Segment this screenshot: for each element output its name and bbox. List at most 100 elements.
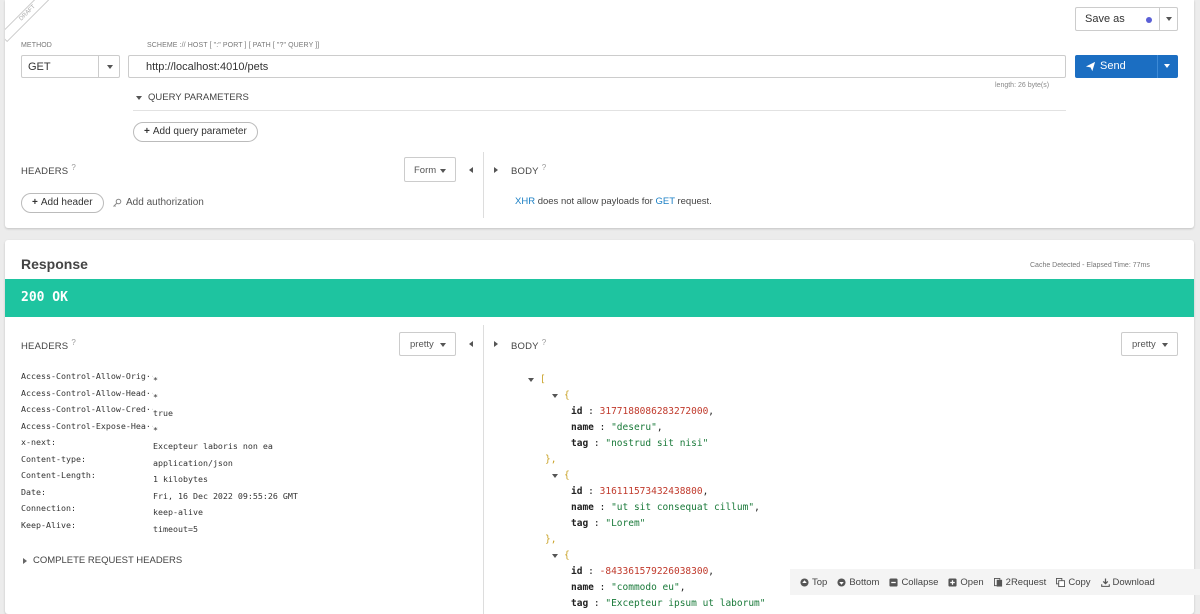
headers-format-value: pretty	[410, 339, 434, 350]
json-line: id : -843361579226038300,	[571, 564, 714, 580]
expand-right-icon[interactable]	[494, 341, 498, 347]
chevron-down-icon	[440, 169, 446, 173]
json-bracket: {	[564, 390, 570, 401]
header-key: Content-type:	[21, 453, 86, 464]
draft-label: DRAFT	[5, 0, 49, 43]
query-parameters-toggle[interactable]: QUERY PARAMETERS	[136, 92, 249, 103]
copy-button[interactable]: Copy	[1056, 576, 1091, 588]
json-bracket: {	[564, 470, 570, 481]
response-header-row: Date: Fri, 16 Dec 2022 09:55:26 GMT	[21, 485, 298, 501]
copy-label: Copy	[1068, 576, 1091, 588]
unsaved-dot-icon	[1146, 17, 1152, 23]
chevron-down-icon[interactable]	[1164, 64, 1170, 68]
chevron-down-icon[interactable]	[552, 393, 558, 398]
chevron-down-icon	[440, 343, 446, 347]
body-format-select[interactable]: pretty	[1121, 332, 1178, 356]
form-label: Form	[414, 165, 437, 176]
json-value: 3177188086283272000	[599, 406, 709, 417]
header-key: Access-Control-Expose-Hea···	[21, 420, 153, 431]
json-value: -843361579226038300	[599, 566, 709, 577]
json-bracket: },	[545, 454, 557, 465]
complete-headers-label: COMPLETE REQUEST HEADERS	[33, 555, 183, 566]
url-input[interactable]: http://localhost:4010/pets	[128, 55, 1066, 78]
json-toolbar: Top Bottom Collapse Open 2Request Copy D…	[790, 569, 1200, 595]
json-bracket: [	[540, 374, 546, 385]
headers-form-select[interactable]: Form	[404, 157, 456, 182]
json-line: tag : "nostrud sit nisi"	[571, 436, 708, 452]
json-line: name : "ut sit consequat cillum",	[571, 500, 760, 516]
help-icon[interactable]: ?	[71, 163, 76, 172]
bottom-button[interactable]: Bottom	[837, 577, 879, 588]
chevron-down-icon[interactable]	[552, 473, 558, 478]
collapse-left-icon[interactable]	[469, 167, 473, 173]
save-as-button[interactable]: Save as	[1075, 7, 1178, 31]
json-comma: ,	[656, 422, 663, 433]
add-authorization-button[interactable]: Add authorization	[112, 197, 204, 208]
collapse-left-icon[interactable]	[469, 341, 473, 347]
to-request-button[interactable]: 2Request	[993, 576, 1047, 588]
response-body-title: BODY?	[511, 338, 546, 352]
add-query-parameter-button[interactable]: + Add query parameter	[133, 122, 258, 142]
complete-request-headers-toggle[interactable]: COMPLETE REQUEST HEADERS	[23, 555, 182, 566]
method-select[interactable]: GET	[21, 55, 120, 78]
send-button[interactable]: Send	[1075, 55, 1178, 78]
json-key: id	[571, 406, 583, 417]
chevron-down-icon	[136, 95, 142, 100]
json-colon: :	[588, 518, 606, 529]
get-link[interactable]: GET	[655, 196, 674, 207]
json-key: tag	[571, 518, 589, 529]
help-icon[interactable]: ?	[71, 338, 76, 347]
chevron-right-icon	[23, 557, 27, 564]
chevron-down-icon[interactable]	[1166, 17, 1172, 21]
response-body-label: BODY	[511, 341, 539, 353]
download-icon	[1100, 577, 1110, 587]
request-headers-label: HEADERS	[21, 166, 69, 178]
json-line: {	[552, 468, 570, 484]
header-value: timeout=5	[153, 523, 198, 534]
method-label: METHOD	[21, 42, 52, 49]
json-value: "Lorem"	[605, 518, 646, 529]
chevron-down-icon[interactable]	[528, 377, 534, 382]
xhr-link[interactable]: XHR	[515, 196, 535, 207]
json-key: id	[571, 566, 583, 577]
download-button[interactable]: Download	[1100, 576, 1155, 588]
headers-format-select[interactable]: pretty	[399, 332, 456, 356]
query-parameters-label: QUERY PARAMETERS	[148, 92, 249, 103]
header-key: Access-Control-Allow-Cred···	[21, 404, 153, 414]
body-format-value: pretty	[1132, 339, 1156, 350]
status-bar: 200 OK	[5, 279, 1194, 317]
add-header-button[interactable]: + Add header	[21, 193, 104, 213]
json-value: "Excepteur ipsum ut laborum"	[605, 598, 766, 609]
json-key: name	[571, 502, 594, 513]
json-value: "commodo eu"	[611, 582, 680, 593]
response-header-row: Keep-Alive: timeout=5	[21, 518, 198, 534]
add-header-label: Add header	[40, 197, 93, 208]
json-key: name	[571, 422, 594, 433]
top-button[interactable]: Top	[800, 577, 827, 588]
header-key: Content-Length:	[21, 470, 96, 480]
json-key: id	[571, 486, 583, 497]
collapse-button[interactable]: Collapse	[889, 577, 938, 588]
json-colon: :	[582, 486, 600, 497]
json-key: tag	[571, 598, 589, 609]
method-value: GET	[28, 61, 51, 73]
json-comma: ,	[702, 486, 709, 497]
json-comma: ,	[754, 502, 760, 513]
help-icon[interactable]: ?	[542, 163, 547, 172]
download-label: Download	[1112, 576, 1155, 588]
resp-split-divider	[483, 325, 484, 614]
response-headers-title: HEADERS?	[21, 338, 76, 352]
response-header-row: x-next: Excepteur laboris non ea	[21, 435, 273, 451]
chevron-down-icon[interactable]	[552, 553, 558, 558]
json-key: name	[571, 582, 594, 593]
plus-icon: +	[32, 197, 38, 208]
body-note-middle: does not allow payloads for	[537, 196, 653, 207]
to-request-label: 2Request	[1005, 576, 1047, 588]
save-as-divider	[1159, 8, 1160, 30]
help-icon[interactable]: ?	[542, 338, 547, 347]
expand-right-icon[interactable]	[494, 167, 498, 173]
url-value: http://localhost:4010/pets	[146, 61, 269, 73]
open-button[interactable]: Open	[948, 577, 984, 588]
cache-text: Cache Detected - Elapsed Time: 77ms	[1030, 262, 1150, 269]
json-colon: :	[593, 502, 612, 513]
